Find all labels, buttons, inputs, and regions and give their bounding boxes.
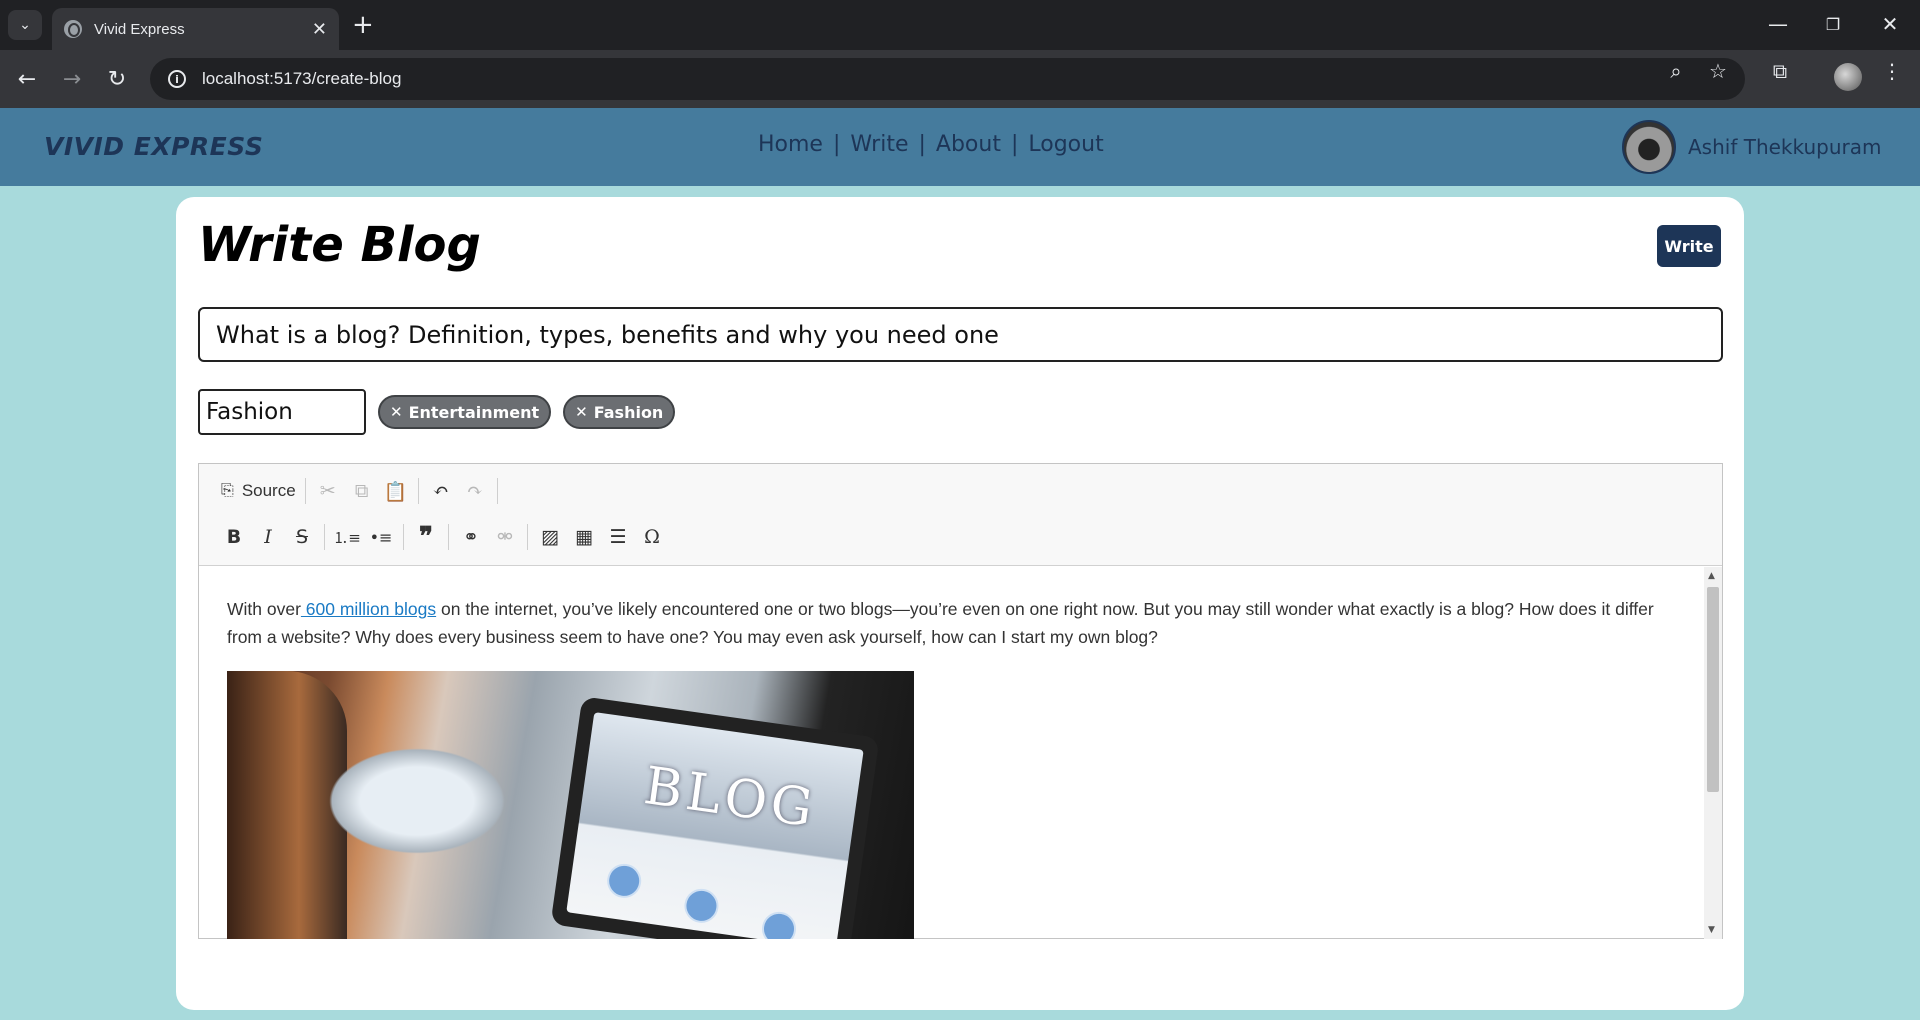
editor-scrollbar[interactable]: ▲ ▼	[1704, 567, 1722, 939]
toolbar-separator	[527, 524, 528, 550]
bulleted-list-icon[interactable]: •≡	[364, 522, 398, 552]
tag-list: ✕ Entertainment ✕ Fashion	[378, 395, 676, 429]
nav-logout[interactable]: Logout	[1028, 132, 1103, 157]
undo-icon[interactable]: ↶	[424, 476, 458, 506]
tag-label: Entertainment	[408, 402, 540, 422]
nav-separator: |	[1010, 132, 1019, 157]
bold-icon[interactable]: B	[217, 522, 251, 552]
write-button[interactable]: Write	[1657, 225, 1721, 267]
paragraph-text: With over	[227, 599, 301, 619]
address-bar[interactable]: i localhost:5173/create-blog	[150, 58, 1745, 100]
image-table	[317, 741, 517, 861]
cut-icon[interactable]: ✂	[311, 476, 345, 506]
site-header: VIVID EXPRESS Home | Write | About | Log…	[0, 108, 1920, 186]
unlink-icon[interactable]: ⚮	[488, 522, 522, 552]
page-title: Write Blog	[198, 217, 481, 273]
scroll-down-icon[interactable]: ▼	[1708, 925, 1715, 935]
close-tab-icon[interactable]: ✕	[312, 19, 327, 40]
url-text: localhost:5173/create-blog	[202, 69, 402, 88]
tag-chip: ✕ Fashion	[563, 395, 676, 429]
avatar[interactable]	[1622, 120, 1676, 174]
site-info-icon[interactable]: i	[168, 70, 186, 88]
tag-label: Fashion	[593, 402, 664, 422]
mail-icon	[604, 861, 644, 901]
source-label: Source	[241, 481, 296, 500]
link-icon[interactable]: ⚭	[454, 522, 488, 552]
bookmark-star-icon[interactable]: ☆	[1702, 58, 1734, 84]
numbered-list-icon[interactable]: ⒈≡	[330, 522, 364, 552]
table-icon[interactable]: ▦	[567, 522, 601, 552]
tab-title: Vivid Express	[94, 20, 185, 38]
paste-icon[interactable]: 📋	[379, 476, 413, 506]
editor-toolbar: ⎘ Source ✂ ⧉ 📋 ↶ ↷ B I S ⒈≡ •≡ ❞ ⚭ ⚮ ▨ ▦…	[199, 464, 1722, 566]
content-paragraph[interactable]: With over 600 million blogs on the inter…	[227, 595, 1678, 651]
scrollbar-thumb[interactable]	[1707, 587, 1719, 792]
rich-text-editor: ⎘ Source ✂ ⧉ 📋 ↶ ↷ B I S ⒈≡ •≡ ❞ ⚭ ⚮ ▨ ▦…	[198, 463, 1723, 939]
toolbar-separator	[417, 478, 419, 504]
toolbar-separator	[324, 524, 325, 550]
reload-icon[interactable]: ↻	[100, 62, 134, 96]
image-blog-text: BLOG	[640, 756, 821, 840]
back-icon[interactable]: ←	[10, 62, 44, 96]
italic-icon[interactable]: I	[251, 522, 285, 552]
horizontal-line-icon[interactable]: ☰	[601, 522, 635, 552]
browser-toolbar: ← → ↻ i localhost:5173/create-blog ⌕ ☆ ⧉…	[0, 50, 1920, 108]
site-logo[interactable]: VIVID EXPRESS	[44, 132, 263, 161]
redo-icon[interactable]: ↷	[458, 476, 492, 506]
zoom-icon[interactable]: ⌕	[1660, 58, 1692, 84]
toolbar-separator	[496, 478, 498, 504]
tag-chip: ✕ Entertainment	[378, 395, 552, 429]
blog-title-input[interactable]	[198, 307, 1723, 362]
user-name: Ashif Thekkupuram	[1688, 135, 1882, 159]
blog-image[interactable]: BLOG	[227, 671, 914, 939]
nav-write[interactable]: Write	[850, 132, 908, 157]
profile-avatar[interactable]	[1834, 63, 1862, 91]
close-window-button[interactable]: ✕	[1870, 8, 1910, 40]
tag-input[interactable]	[198, 389, 366, 435]
remove-tag-icon[interactable]: ✕	[575, 403, 588, 421]
menu-kebab-icon[interactable]: ⋮	[1876, 58, 1908, 84]
image-icon[interactable]: ▨	[533, 522, 567, 552]
nav-about[interactable]: About	[936, 132, 1001, 157]
source-button[interactable]: ⎘ Source	[217, 476, 300, 506]
browser-tab[interactable]: Vivid Express ✕	[52, 8, 339, 50]
megaphone-icon	[759, 909, 799, 939]
user-profile[interactable]: Ashif Thekkupuram	[1622, 120, 1882, 174]
globe-icon	[64, 20, 82, 38]
write-blog-card: Write Blog Write ✕ Entertainment ✕ Fashi…	[176, 197, 1744, 1010]
special-character-icon[interactable]: Ω	[635, 522, 669, 552]
image-laptop: BLOG	[550, 696, 880, 939]
remove-tag-icon[interactable]: ✕	[390, 403, 403, 421]
main-nav: Home | Write | About | Logout	[758, 132, 1104, 157]
forward-icon[interactable]: →	[55, 62, 89, 96]
tab-search-button[interactable]: ⌄	[8, 10, 42, 40]
toolbar-separator	[403, 524, 404, 550]
chat-icon	[682, 886, 721, 926]
copy-icon[interactable]: ⧉	[345, 476, 379, 506]
strikethrough-icon[interactable]: S	[285, 522, 319, 552]
new-tab-button[interactable]: +	[352, 10, 374, 40]
content-link[interactable]: 600 million blogs	[301, 599, 436, 619]
browser-tabstrip: ⌄ Vivid Express ✕ + — ❐ ✕	[0, 0, 1920, 50]
restore-button[interactable]: ❐	[1813, 8, 1853, 40]
blockquote-icon[interactable]: ❞	[409, 522, 443, 552]
nav-home[interactable]: Home	[758, 132, 823, 157]
editor-content[interactable]: With over 600 million blogs on the inter…	[199, 567, 1706, 939]
scroll-up-icon[interactable]: ▲	[1708, 571, 1715, 581]
paragraph-text: on the internet, you’ve likely encounter…	[227, 599, 1654, 647]
toolbar-separator	[304, 478, 306, 504]
nav-separator: |	[832, 132, 841, 157]
source-icon: ⎘	[221, 482, 234, 499]
nav-separator: |	[918, 132, 926, 157]
minimize-button[interactable]: —	[1758, 8, 1798, 40]
toolbar-separator	[448, 524, 449, 550]
image-laptop-screen: BLOG	[566, 712, 864, 939]
extensions-icon[interactable]: ⧉	[1764, 58, 1796, 84]
